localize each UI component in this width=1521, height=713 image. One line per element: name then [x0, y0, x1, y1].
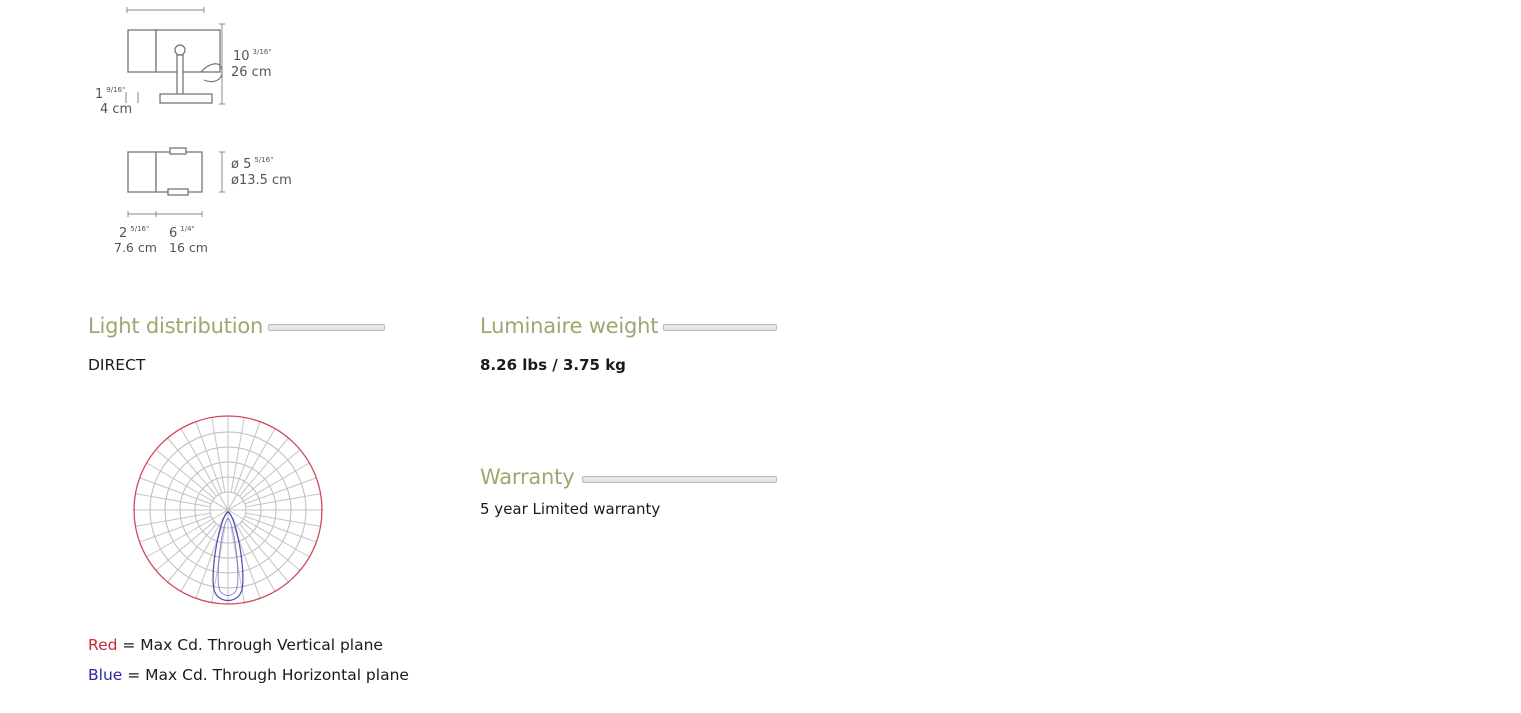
legend-blue-word: Blue — [88, 666, 123, 684]
width-a-cm: 7.6 cm — [114, 240, 157, 255]
depth-inches: 1 9/16" — [95, 86, 125, 102]
side-view — [125, 23, 225, 105]
polar-grid-spoke — [245, 493, 321, 508]
legend-red: Red = Max Cd. Through Vertical plane — [88, 636, 383, 654]
dimension-drawing: 10 3/16" 26 cm 1 9/16" 4 cm ø 5 5/16" ø13.5… — [95, 7, 292, 255]
legend-red-text: = Max Cd. Through Vertical plane — [117, 636, 383, 654]
diameter-cm: ø13.5 cm — [231, 173, 292, 188]
luminaire-weight-title: Luminaire weight — [480, 314, 659, 338]
legend-blue: Blue = Max Cd. Through Horizontal plane — [88, 666, 409, 684]
light-distribution-value: DIRECT — [88, 356, 146, 374]
height-cm: 26 cm — [231, 65, 272, 80]
warranty-title: Warranty — [480, 465, 575, 489]
warranty-title-bar — [582, 476, 777, 483]
polar-grid-spoke — [135, 512, 211, 527]
polar-grid-spoke — [135, 493, 211, 508]
light-distribution-title: Light distribution — [88, 314, 264, 338]
light-distribution-title-bar — [268, 324, 385, 331]
diameter-inches: ø 5 5/16" — [231, 156, 273, 172]
height-inches: 10 3/16" — [233, 48, 272, 64]
polar-grid-spoke — [230, 417, 245, 493]
luminaire-weight-value: 8.26 lbs / 3.75 kg — [480, 356, 626, 374]
polar-light-distribution-diagram — [133, 415, 323, 605]
warranty-value: 5 year Limited warranty — [480, 500, 661, 518]
width-a-inches: 2 5/16" — [119, 225, 149, 241]
legend-red-word: Red — [88, 636, 118, 654]
width-b-inches: 6 1/4" — [169, 225, 195, 241]
depth-cm: 4 cm — [100, 102, 132, 117]
polar-grid-spoke — [211, 417, 226, 493]
top-view — [127, 147, 225, 217]
polar-grid-spoke — [245, 512, 321, 527]
legend-blue-text: = Max Cd. Through Horizontal plane — [122, 666, 409, 684]
width-b-cm: 16 cm — [169, 240, 208, 255]
luminaire-weight-title-bar — [663, 324, 777, 331]
